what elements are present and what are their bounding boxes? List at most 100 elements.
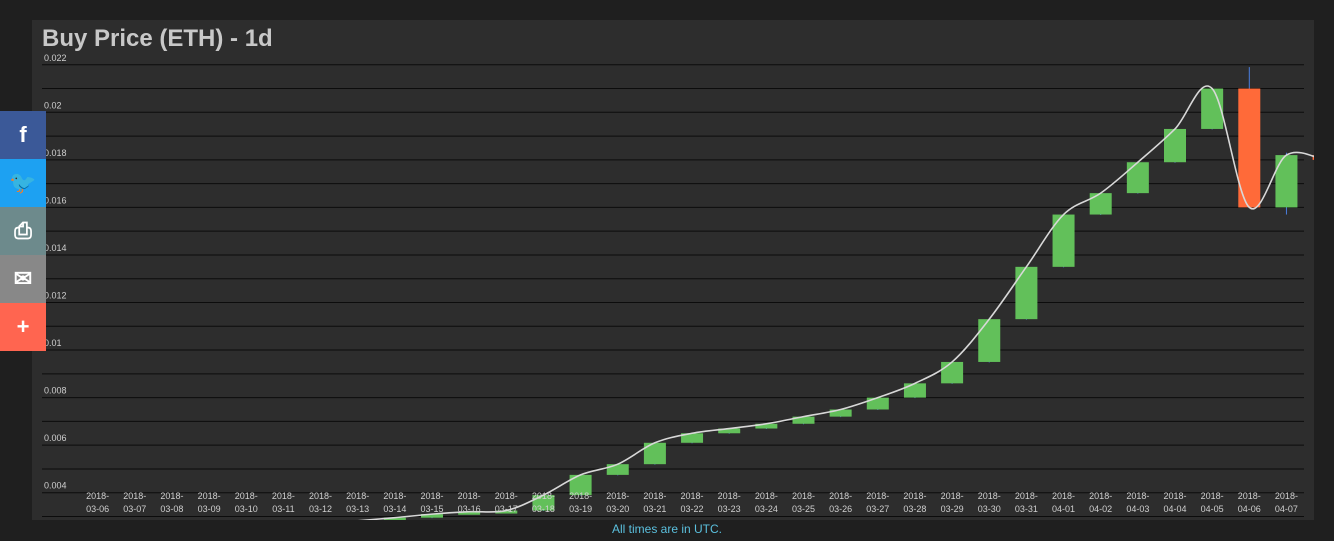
y-tick-label: 0.016 bbox=[44, 195, 67, 205]
y-tick-label: 0.006 bbox=[44, 433, 67, 443]
print-icon: ⎙ bbox=[14, 218, 32, 243]
candle-body bbox=[941, 361, 964, 384]
x-tick-label: 2018- bbox=[495, 491, 518, 501]
x-tick-label: 03-31 bbox=[1015, 504, 1038, 514]
x-tick-label: 03-28 bbox=[903, 504, 926, 514]
x-tick-label: 2018- bbox=[941, 491, 964, 501]
x-tick-label: 2018- bbox=[86, 491, 109, 501]
x-tick-label: 03-15 bbox=[420, 504, 443, 514]
x-tick-label: 03-26 bbox=[829, 504, 852, 514]
x-tick-label: 2018- bbox=[755, 491, 778, 501]
x-tick-label: 2018- bbox=[160, 491, 183, 501]
x-tick-label: 2018- bbox=[1163, 491, 1186, 501]
facebook-icon: f bbox=[19, 122, 27, 147]
y-tick-label: 0.01 bbox=[44, 338, 62, 348]
timezone-note: All times are in UTC. bbox=[611, 522, 723, 536]
twitter-share-button[interactable]: 🐦 bbox=[0, 159, 46, 207]
x-tick-label: 04-02 bbox=[1089, 504, 1112, 514]
y-tick-label: 0.02 bbox=[44, 100, 62, 110]
facebook-share-button[interactable]: f bbox=[0, 111, 46, 159]
twitter-icon: 🐦 bbox=[9, 170, 37, 195]
x-tick-label: 2018- bbox=[532, 491, 555, 501]
y-tick-label: 0.014 bbox=[44, 243, 67, 253]
x-tick-label: 03-10 bbox=[235, 504, 258, 514]
x-tick-label: 03-07 bbox=[123, 504, 146, 514]
more-icon: + bbox=[16, 314, 30, 339]
email-icon: ✉ bbox=[13, 266, 33, 291]
x-tick-label: 03-13 bbox=[346, 504, 369, 514]
x-tick-label: 03-14 bbox=[383, 504, 406, 514]
x-tick-label: 2018- bbox=[1201, 491, 1224, 501]
x-tick-label: 2018- bbox=[420, 491, 443, 501]
x-tick-label: 03-06 bbox=[86, 504, 109, 514]
x-tick-label: 2018- bbox=[718, 491, 741, 501]
x-tick-label: 2018- bbox=[681, 491, 704, 501]
x-tick-label: 03-29 bbox=[941, 504, 964, 514]
x-tick-label: 2018- bbox=[198, 491, 221, 501]
x-tick-label: 2018- bbox=[1052, 491, 1075, 501]
candle-body bbox=[866, 397, 889, 410]
candle-body bbox=[1275, 155, 1298, 208]
candle-body bbox=[978, 319, 1001, 362]
x-tick-label: 2018- bbox=[1126, 491, 1149, 501]
x-tick-label: 03-30 bbox=[978, 504, 1001, 514]
x-tick-label: 03-16 bbox=[458, 504, 481, 514]
y-tick-label: 0.022 bbox=[44, 53, 67, 63]
x-tick-label: 2018- bbox=[978, 491, 1001, 501]
y-tick-label: 0.008 bbox=[44, 386, 67, 396]
y-tick-label: 0.018 bbox=[44, 148, 67, 158]
x-tick-label: 03-22 bbox=[681, 504, 704, 514]
x-tick-label: 2018- bbox=[235, 491, 258, 501]
x-tick-label: 03-17 bbox=[495, 504, 518, 514]
x-tick-label: 2018- bbox=[123, 491, 146, 501]
x-tick-label: 2018- bbox=[792, 491, 815, 501]
x-tick-label: 03-25 bbox=[792, 504, 815, 514]
x-tick-label: 2018- bbox=[309, 491, 332, 501]
share-bar: f 🐦 ⎙ ✉ + bbox=[0, 111, 46, 351]
x-tick-label: 03-11 bbox=[272, 504, 294, 514]
x-tick-label: 2018- bbox=[606, 491, 629, 501]
x-tick-label: 2018- bbox=[1089, 491, 1112, 501]
x-tick-label: 03-08 bbox=[160, 504, 183, 514]
x-tick-label: 03-09 bbox=[198, 504, 221, 514]
x-tick-label: 03-21 bbox=[643, 504, 666, 514]
x-tick-label: 04-01 bbox=[1052, 504, 1075, 514]
x-tick-label: 2018- bbox=[903, 491, 926, 501]
candle-body bbox=[1015, 266, 1038, 320]
chart-card: Buy Price (ETH) - 1d 0.004 0.006 0.008 0.01… bbox=[32, 20, 1314, 520]
more-share-button[interactable]: + bbox=[0, 303, 46, 351]
x-tick-label: 03-23 bbox=[718, 504, 741, 514]
x-tick-label: 2018- bbox=[383, 491, 406, 501]
x-tick-label: 04-06 bbox=[1238, 504, 1261, 514]
x-tick-label: 03-27 bbox=[866, 504, 889, 514]
x-tick-label: 2018- bbox=[643, 491, 666, 501]
x-tick-label: 2018- bbox=[1275, 491, 1298, 501]
x-tick-label: 04-07 bbox=[1275, 504, 1298, 514]
x-tick-label: 2018- bbox=[458, 491, 481, 501]
email-share-button[interactable]: ✉ bbox=[0, 255, 46, 303]
x-tick-label: 03-19 bbox=[569, 504, 592, 514]
x-tick-label: 03-18 bbox=[532, 504, 555, 514]
x-tick-label: 03-20 bbox=[606, 504, 629, 514]
print-share-button[interactable]: ⎙ bbox=[0, 207, 46, 255]
candle-body bbox=[1089, 193, 1112, 215]
candle-body bbox=[1126, 162, 1149, 194]
candlestick-chart: 0.004 0.006 0.008 0.01 0.012 0.014 0.016 0.018 0… bbox=[42, 53, 1314, 520]
y-tick-label: 0.012 bbox=[44, 291, 67, 301]
y-tick-label: 0.004 bbox=[44, 481, 67, 491]
x-tick-label: 04-03 bbox=[1126, 504, 1149, 514]
x-tick-label: 03-24 bbox=[755, 504, 778, 514]
x-tick-label: 2018- bbox=[1238, 491, 1261, 501]
x-tick-label: 2018- bbox=[829, 491, 852, 501]
candle-body bbox=[1201, 88, 1224, 129]
x-tick-label: 04-04 bbox=[1163, 504, 1186, 514]
candle-body bbox=[1164, 128, 1186, 163]
x-tick-label: 2018- bbox=[866, 491, 889, 501]
x-tick-label: 03-12 bbox=[309, 504, 332, 514]
x-tick-label: 04-05 bbox=[1201, 504, 1224, 514]
candle-body bbox=[606, 464, 629, 475]
x-tick-label: 2018- bbox=[569, 491, 592, 501]
x-tick-label: 2018- bbox=[1015, 491, 1038, 501]
x-tick-label: 2018- bbox=[346, 491, 369, 501]
x-tick-label: 2018- bbox=[272, 491, 295, 501]
